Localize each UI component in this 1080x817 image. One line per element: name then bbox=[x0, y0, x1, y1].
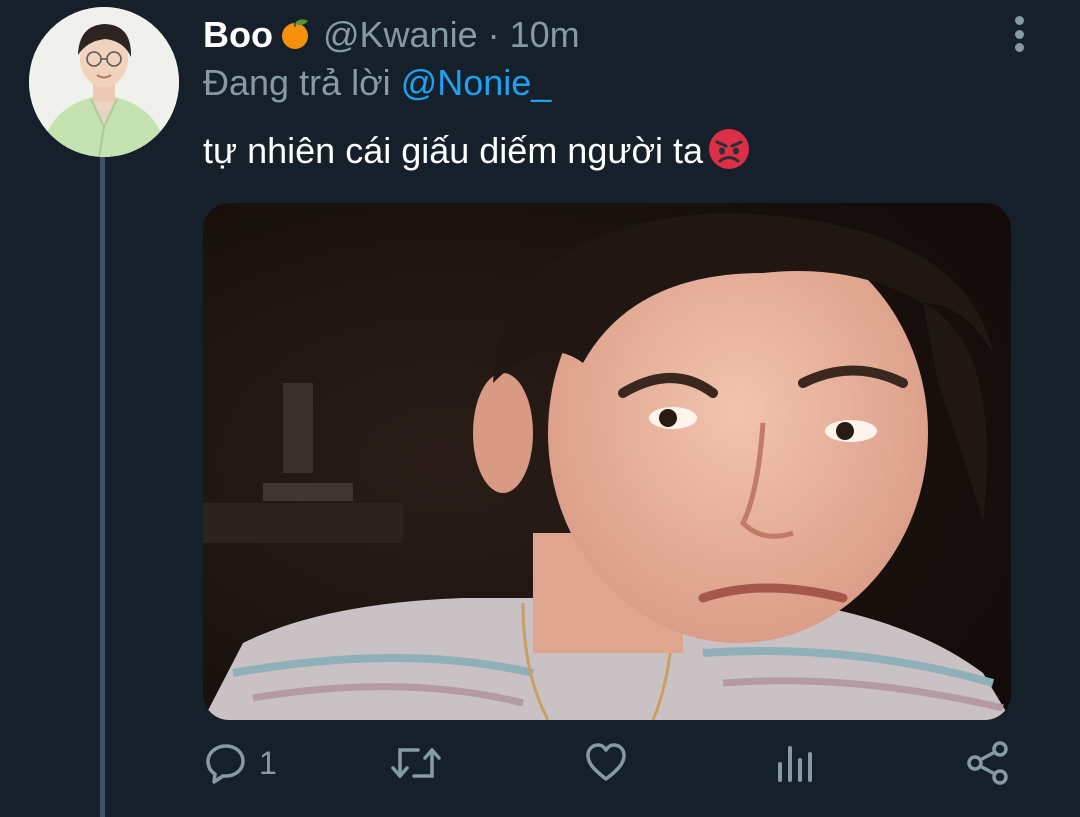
action-bar: 1 bbox=[0, 740, 1080, 800]
thread-connector-line bbox=[100, 155, 105, 817]
analytics-icon bbox=[775, 740, 815, 786]
share-button[interactable] bbox=[965, 740, 1011, 786]
reply-icon bbox=[203, 740, 249, 786]
reply-button[interactable]: 1 bbox=[203, 740, 277, 786]
like-button[interactable] bbox=[583, 740, 629, 786]
reply-mention-link[interactable]: @Nonie_ bbox=[401, 62, 552, 103]
tweet-timestamp[interactable]: 10m bbox=[510, 14, 580, 56]
share-icon bbox=[965, 740, 1011, 786]
like-icon bbox=[583, 740, 629, 786]
separator-dot: · bbox=[487, 14, 500, 55]
more-options-icon[interactable] bbox=[1008, 16, 1030, 52]
display-name[interactable]: Boo bbox=[203, 14, 313, 56]
reply-context: Đang trả lời @Nonie_ bbox=[203, 62, 551, 104]
tweet-image[interactable] bbox=[203, 203, 1011, 720]
tangerine-emoji-icon bbox=[277, 15, 313, 51]
avatar[interactable] bbox=[29, 7, 179, 157]
user-handle[interactable]: @Kwanie bbox=[323, 14, 478, 56]
tweet-text: tự nhiên cái giấu diếm người ta bbox=[203, 130, 704, 171]
retweet-button[interactable] bbox=[390, 740, 442, 786]
retweet-icon bbox=[390, 740, 442, 786]
reply-count: 1 bbox=[259, 744, 277, 781]
analytics-button[interactable] bbox=[775, 740, 815, 786]
reply-prefix-label: Đang trả lời bbox=[203, 62, 391, 103]
tweet-body: tự nhiên cái giấu diếm người ta bbox=[203, 127, 751, 173]
tweet-header: Boo @Kwanie · 10m bbox=[203, 14, 580, 56]
angry-face-emoji-icon bbox=[707, 127, 751, 171]
